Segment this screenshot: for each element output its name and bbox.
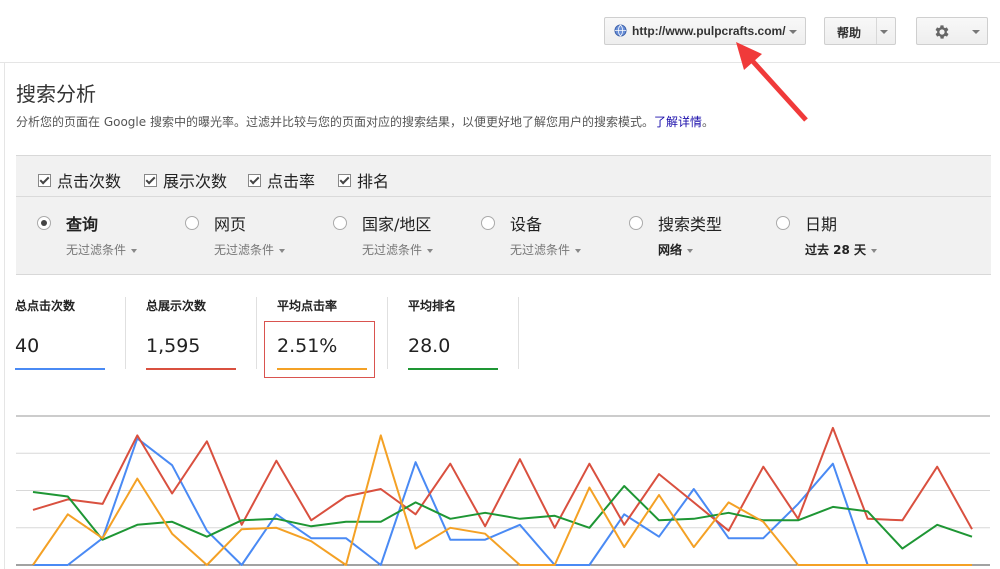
annotation-highlight-box xyxy=(264,321,375,378)
metric-total-impressions[interactable]: 总展示次数 1,595 xyxy=(146,297,236,370)
checkbox-checked-icon xyxy=(144,174,157,187)
chevron-down-icon xyxy=(427,248,434,253)
checkbox-label: 点击次数 xyxy=(57,172,122,191)
site-url-label: http://www.pulpcrafts.com/ xyxy=(632,24,786,38)
radio-icon[interactable] xyxy=(333,216,347,230)
chevron-down-icon xyxy=(575,248,582,253)
metric-color-bar xyxy=(146,368,236,370)
left-rail xyxy=(0,62,5,569)
metric-value: 1,595 xyxy=(146,335,201,357)
gear-icon xyxy=(935,25,949,39)
site-selector-button[interactable]: http://www.pulpcrafts.com/ xyxy=(604,17,806,45)
dimension-filter-dropdown[interactable]: 无过滤条件 xyxy=(362,241,434,258)
chevron-down-icon xyxy=(687,248,694,253)
chart-series-line-3 xyxy=(32,434,972,566)
metric-value: 28.0 xyxy=(408,335,451,357)
checkbox-ctr[interactable]: 点击率 xyxy=(248,168,315,191)
metric-label: 平均点击率 xyxy=(277,299,338,313)
filter-label: 网络 xyxy=(658,243,683,257)
chevron-down-icon xyxy=(279,248,286,253)
dimension-label: 日期 xyxy=(805,215,838,234)
chevron-down-icon xyxy=(871,248,878,253)
globe-icon xyxy=(614,24,627,37)
metric-color-bar xyxy=(15,368,105,370)
metric-label: 总点击次数 xyxy=(15,299,76,313)
settings-button[interactable] xyxy=(916,17,988,45)
checkbox-checked-icon xyxy=(248,174,261,187)
checkbox-label: 排名 xyxy=(357,172,390,191)
filter-label: 无过滤条件 xyxy=(510,243,571,257)
dimension-filter-dropdown[interactable]: 过去 28 天 xyxy=(805,241,878,258)
button-divider xyxy=(876,18,877,44)
description-period: 。 xyxy=(701,115,714,129)
radio-icon[interactable] xyxy=(185,216,199,230)
filter-divider xyxy=(16,196,991,197)
metric-value: 40 xyxy=(15,335,40,357)
metric-label: 平均排名 xyxy=(408,299,457,313)
checkbox-label: 展示次数 xyxy=(163,172,228,191)
dimension-label: 搜索类型 xyxy=(658,215,723,234)
dimension-label: 国家/地区 xyxy=(362,215,432,234)
metric-label: 总展示次数 xyxy=(146,299,207,313)
radio-icon[interactable] xyxy=(481,216,495,230)
radio-icon[interactable] xyxy=(776,216,790,230)
checkbox-position[interactable]: 排名 xyxy=(338,168,389,191)
dimension-label: 查询 xyxy=(66,215,99,234)
checkbox-checked-icon xyxy=(338,174,351,187)
metric-divider xyxy=(387,297,388,369)
dimension-filter-dropdown[interactable]: 无过滤条件 xyxy=(66,241,138,258)
help-label: 帮助 xyxy=(837,26,862,40)
dimension-filter-dropdown[interactable]: 无过滤条件 xyxy=(510,241,582,258)
filter-label: 过去 28 天 xyxy=(805,243,867,257)
metric-color-bar xyxy=(408,368,498,370)
metric-divider xyxy=(256,297,257,369)
filter-label: 无过滤条件 xyxy=(362,243,423,257)
description-text: 分析您的页面在 Google 搜索中的曝光率。过滤并比较与您的页面对应的搜索结果… xyxy=(16,115,654,129)
page-title: 搜索分析 xyxy=(16,82,96,106)
checkbox-clicks[interactable]: 点击次数 xyxy=(38,168,121,191)
metric-divider xyxy=(518,297,519,369)
dimension-label: 网页 xyxy=(214,215,247,234)
learn-more-link[interactable]: 了解详情 xyxy=(654,115,702,129)
help-button[interactable]: 帮助 xyxy=(824,17,896,45)
chevron-down-icon xyxy=(789,30,797,34)
filter-label: 无过滤条件 xyxy=(214,243,275,257)
metric-total-clicks[interactable]: 总点击次数 40 xyxy=(15,297,105,370)
chevron-down-icon xyxy=(972,30,980,34)
checkbox-checked-icon xyxy=(38,174,51,187)
chevron-down-icon xyxy=(131,248,138,253)
chart-series-line-2 xyxy=(32,485,973,550)
checkbox-label: 点击率 xyxy=(267,172,316,191)
metric-average-position[interactable]: 平均排名 28.0 xyxy=(408,297,498,370)
dimension-filter-dropdown[interactable]: 网络 xyxy=(658,241,694,258)
chart-series-line-0 xyxy=(33,437,972,566)
checkbox-impressions[interactable]: 展示次数 xyxy=(144,168,227,191)
metric-average-ctr[interactable]: 平均点击率 2.51% xyxy=(277,297,367,370)
dimension-label: 设备 xyxy=(510,215,543,234)
chevron-down-icon xyxy=(880,30,888,34)
radio-selected-icon[interactable] xyxy=(37,216,51,230)
page-description: 分析您的页面在 Google 搜索中的曝光率。过滤并比较与您的页面对应的搜索结果… xyxy=(16,113,714,130)
filter-label: 无过滤条件 xyxy=(66,243,127,257)
radio-icon[interactable] xyxy=(629,216,643,230)
performance-line-chart xyxy=(16,415,990,566)
dimension-filter-dropdown[interactable]: 无过滤条件 xyxy=(214,241,286,258)
metric-divider xyxy=(125,297,126,369)
